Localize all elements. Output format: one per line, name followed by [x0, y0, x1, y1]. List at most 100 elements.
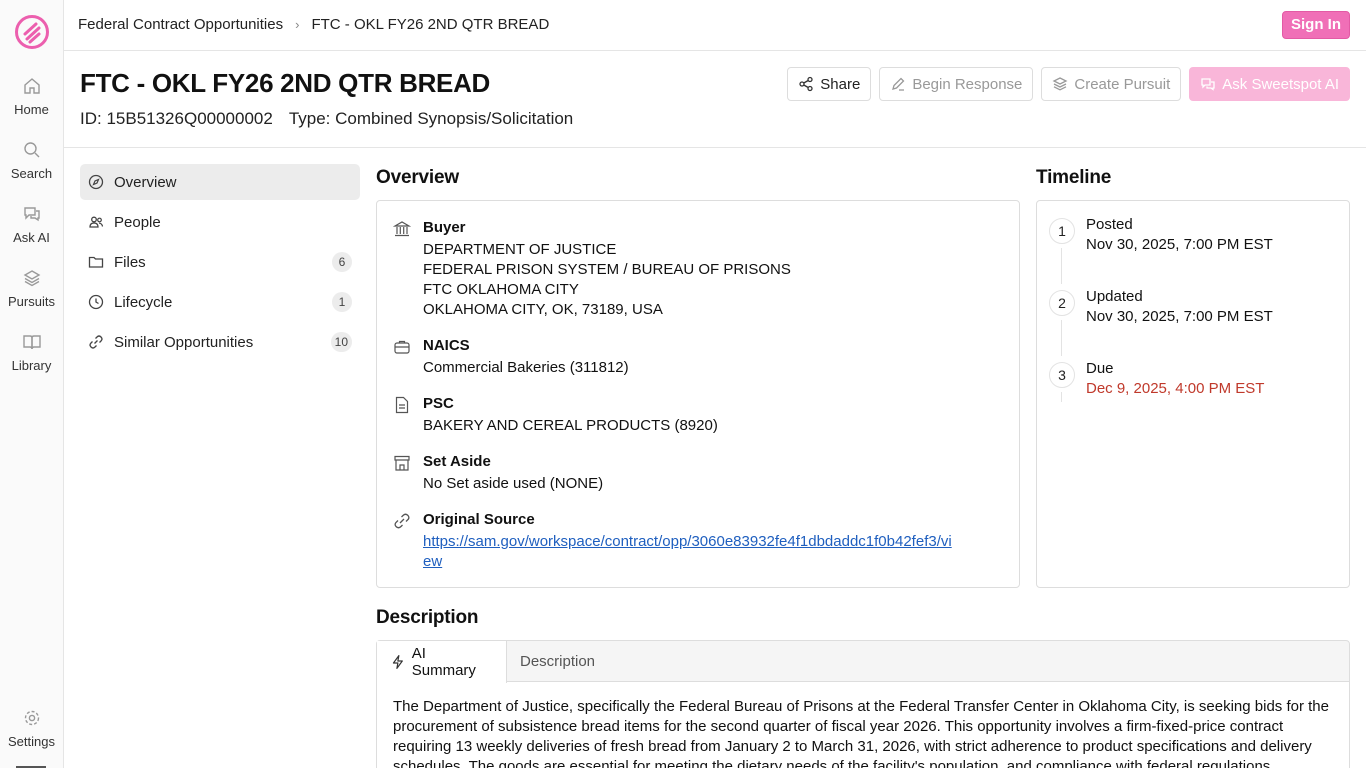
pen-icon: [892, 77, 905, 91]
top-bar: Federal Contract Opportunities › FTC - O…: [64, 0, 1366, 51]
rail-pursuits[interactable]: Pursuits: [0, 268, 63, 309]
naics-row: NAICS Commercial Bakeries (311812): [393, 337, 629, 378]
home-icon: [23, 78, 40, 94]
set-aside-label: Set Aside: [423, 453, 491, 470]
timeline-label: Due: [1086, 360, 1114, 377]
breadcrumb-current: FTC - OKL FY26 2ND QTR BREAD: [311, 16, 550, 33]
buyer-line-3: FTC OKLAHOMA CITY: [423, 281, 579, 298]
rail-ask-ai[interactable]: Ask AI: [0, 204, 63, 245]
share-button[interactable]: Share: [787, 67, 872, 101]
buyer-line-4: OKLAHOMA CITY, OK, 73189, USA: [423, 301, 663, 318]
layers-icon: [23, 270, 40, 287]
sweetspot-logo-icon[interactable]: [14, 14, 50, 50]
rail-ask-ai-label: Ask AI: [13, 230, 50, 245]
begin-response-button[interactable]: Begin Response: [879, 67, 1034, 101]
document-icon: [395, 396, 409, 414]
timeline-date: Nov 30, 2025, 7:00 PM EST: [1086, 236, 1273, 253]
create-pursuit-label: Create Pursuit: [1074, 75, 1171, 93]
begin-response-label: Begin Response: [912, 75, 1023, 93]
tab-ai-summary[interactable]: AI Summary: [377, 641, 507, 683]
page-title: FTC - OKL FY26 2ND QTR BREAD: [80, 68, 491, 98]
timeline-connector: [1061, 248, 1062, 284]
link-icon: [89, 335, 103, 349]
psc-label: PSC: [423, 395, 454, 412]
sign-in-button[interactable]: Sign In: [1282, 11, 1350, 39]
section-nav: Overview People Files 6 Lifecycle 1 Simi…: [80, 164, 360, 364]
rail-library[interactable]: Library: [0, 332, 63, 373]
psc-value: BAKERY AND CEREAL PRODUCTS (8920): [423, 417, 718, 434]
buyer-line-2: FEDERAL PRISON SYSTEM / BUREAU OF PRISON…: [423, 261, 791, 278]
opportunity-id: ID: 15B51326Q00000002: [80, 109, 273, 128]
nav-overview[interactable]: Overview: [80, 164, 360, 200]
clock-icon: [88, 294, 104, 310]
buyer-line-1: DEPARTMENT OF JUSTICE: [423, 241, 617, 258]
folder-icon: [88, 256, 104, 268]
similar-count-badge: 10: [330, 332, 352, 352]
link-icon: [394, 513, 410, 529]
chat-bubbles-icon: [23, 207, 40, 222]
nav-files-label: Files: [114, 253, 146, 271]
naics-label: NAICS: [423, 337, 470, 354]
nav-similar-opportunities[interactable]: Similar Opportunities 10: [80, 324, 360, 360]
rail-home[interactable]: Home: [0, 76, 63, 117]
rail-pursuits-label: Pursuits: [8, 294, 55, 309]
set-aside-value: No Set aside used (NONE): [423, 475, 604, 492]
timeline-step-number: 3: [1049, 362, 1075, 388]
timeline-label: Posted: [1086, 216, 1133, 233]
description-heading: Description: [376, 607, 479, 628]
bank-building-icon: [392, 221, 412, 237]
timeline-connector: [1061, 320, 1062, 356]
nav-lifecycle-label: Lifecycle: [114, 293, 173, 311]
rail-search[interactable]: Search: [0, 140, 63, 181]
rail-settings[interactable]: Settings: [0, 708, 63, 749]
tab-description-label: Description: [520, 653, 596, 670]
header-actions: Share Begin Response Create Pursuit Ask …: [787, 67, 1350, 101]
description-body: The Department of Justice, specifically …: [376, 681, 1350, 768]
timeline-step-number: 1: [1049, 218, 1075, 244]
timeline-heading: Timeline: [1036, 167, 1112, 188]
original-source-link[interactable]: https://sam.gov/workspace/contract/opp/3…: [423, 532, 953, 572]
opportunity-type: Type: Combined Synopsis/Solicitation: [288, 109, 574, 128]
breadcrumb-root-link[interactable]: Federal Contract Opportunities: [78, 16, 283, 33]
buyer-label: Buyer: [423, 219, 466, 236]
compass-icon: [88, 174, 104, 190]
search-icon: [23, 142, 39, 158]
timeline-label: Updated: [1086, 288, 1143, 305]
overview-heading: Overview: [376, 167, 459, 188]
storefront-icon: [394, 455, 410, 471]
lifecycle-count-badge: 1: [332, 292, 352, 312]
nav-people[interactable]: People: [80, 204, 360, 240]
original-source-label: Original Source: [423, 511, 535, 528]
opportunity-meta: ID: 15B51326Q00000002 Type: Combined Syno…: [80, 109, 573, 129]
rail-library-label: Library: [11, 358, 52, 373]
tab-ai-summary-label: AI Summary: [411, 645, 476, 679]
timeline-card: 1 Posted Nov 30, 2025, 7:00 PM EST 2 Upd…: [1036, 200, 1350, 588]
share-icon: [799, 76, 813, 92]
timeline-due-date: Dec 9, 2025, 4:00 PM EST: [1086, 380, 1265, 397]
rail-search-label: Search: [10, 166, 53, 181]
chevron-right-icon: ›: [295, 17, 300, 32]
gear-icon: [24, 710, 39, 726]
tab-description[interactable]: Description: [507, 641, 608, 682]
nav-people-label: People: [114, 213, 161, 231]
create-pursuit-button[interactable]: Create Pursuit: [1041, 67, 1182, 101]
book-open-icon: [22, 335, 41, 350]
lightning-icon: [392, 655, 403, 669]
overview-card: Buyer DEPARTMENT OF JUSTICE FEDERAL PRIS…: [376, 200, 1020, 588]
breadcrumb: Federal Contract Opportunities › FTC - O…: [78, 16, 549, 33]
briefcase-icon: [394, 340, 410, 354]
people-icon: [89, 216, 104, 228]
set-aside-row: Set Aside No Set aside used (NONE): [393, 453, 603, 494]
ask-sweetspot-ai-button[interactable]: Ask Sweetspot AI: [1189, 67, 1350, 101]
layers-icon: [1052, 77, 1068, 91]
timeline-connector: [1061, 392, 1062, 402]
nav-lifecycle[interactable]: Lifecycle 1: [80, 284, 360, 320]
rail-settings-label: Settings: [8, 734, 55, 749]
timeline-date: Nov 30, 2025, 7:00 PM EST: [1086, 308, 1273, 325]
original-source-row: Original Source https://sam.gov/workspac…: [393, 511, 953, 572]
left-rail: Home Search Ask AI Pursuits Library Sett…: [0, 0, 64, 768]
naics-value: Commercial Bakeries (311812): [423, 359, 629, 376]
nav-files[interactable]: Files 6: [80, 244, 360, 280]
files-count-badge: 6: [332, 252, 352, 272]
nav-similar-label: Similar Opportunities: [114, 333, 254, 351]
